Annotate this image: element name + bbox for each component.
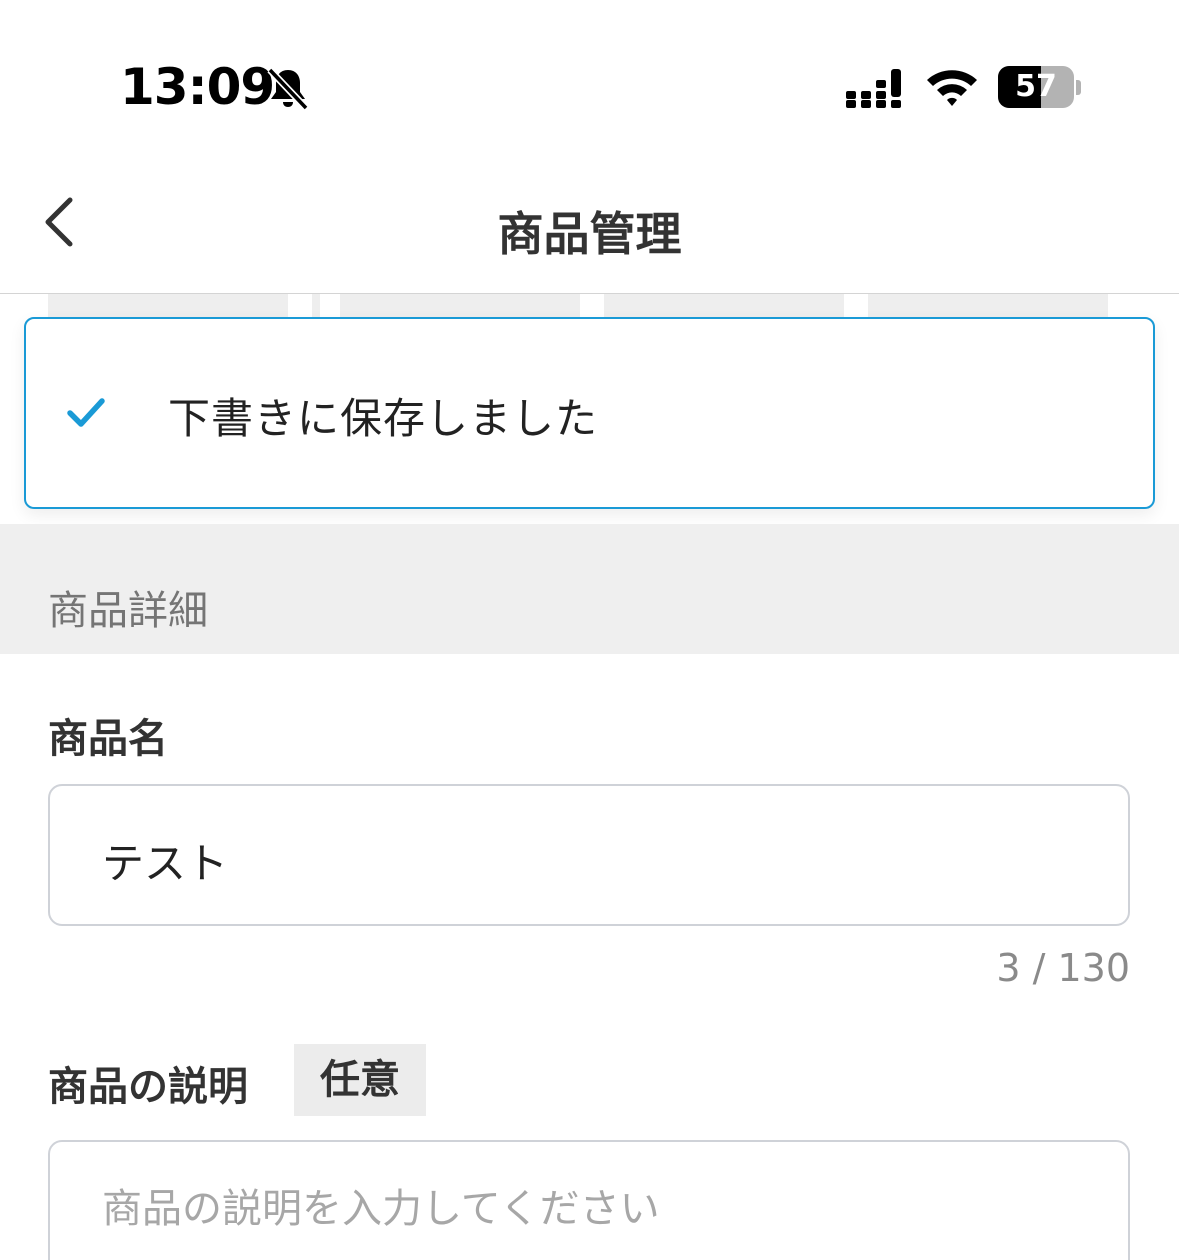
status-bar: 13:09 57 — [0, 0, 1179, 150]
nav-bar: 商品管理 — [0, 150, 1179, 294]
optional-badge: 任意 — [294, 1044, 426, 1116]
toast-message: 下書きに保存しました — [168, 394, 599, 443]
wifi-icon — [927, 70, 977, 106]
description-placeholder: 商品の説明を入力してください — [102, 1186, 660, 1232]
saved-toast: 下書きに保存しました — [24, 317, 1155, 509]
battery-icon: 57 — [998, 66, 1082, 110]
product-description-input[interactable]: 商品の説明を入力してください — [48, 1140, 1130, 1260]
character-counter: 3 / 130 — [996, 946, 1130, 990]
section-header: 商品詳細 — [0, 524, 1179, 654]
bell-slash-icon — [267, 67, 309, 110]
product-name-label: 商品名 — [48, 716, 168, 762]
status-time: 13:09 — [120, 58, 275, 116]
screen: 13:09 57 商品管理 下書きに保存しました 商品詳細 商品名 テスト 3 … — [0, 0, 1179, 1260]
battery-level: 57 — [1015, 69, 1057, 104]
product-name-value: テスト — [102, 839, 229, 888]
page-title: 商品管理 — [497, 207, 682, 261]
section-title: 商品詳細 — [48, 588, 208, 634]
product-description-label: 商品の説明 — [48, 1064, 248, 1110]
cellular-signal-icon — [846, 69, 901, 108]
product-name-input[interactable]: テスト — [48, 784, 1130, 926]
check-icon — [67, 398, 105, 427]
